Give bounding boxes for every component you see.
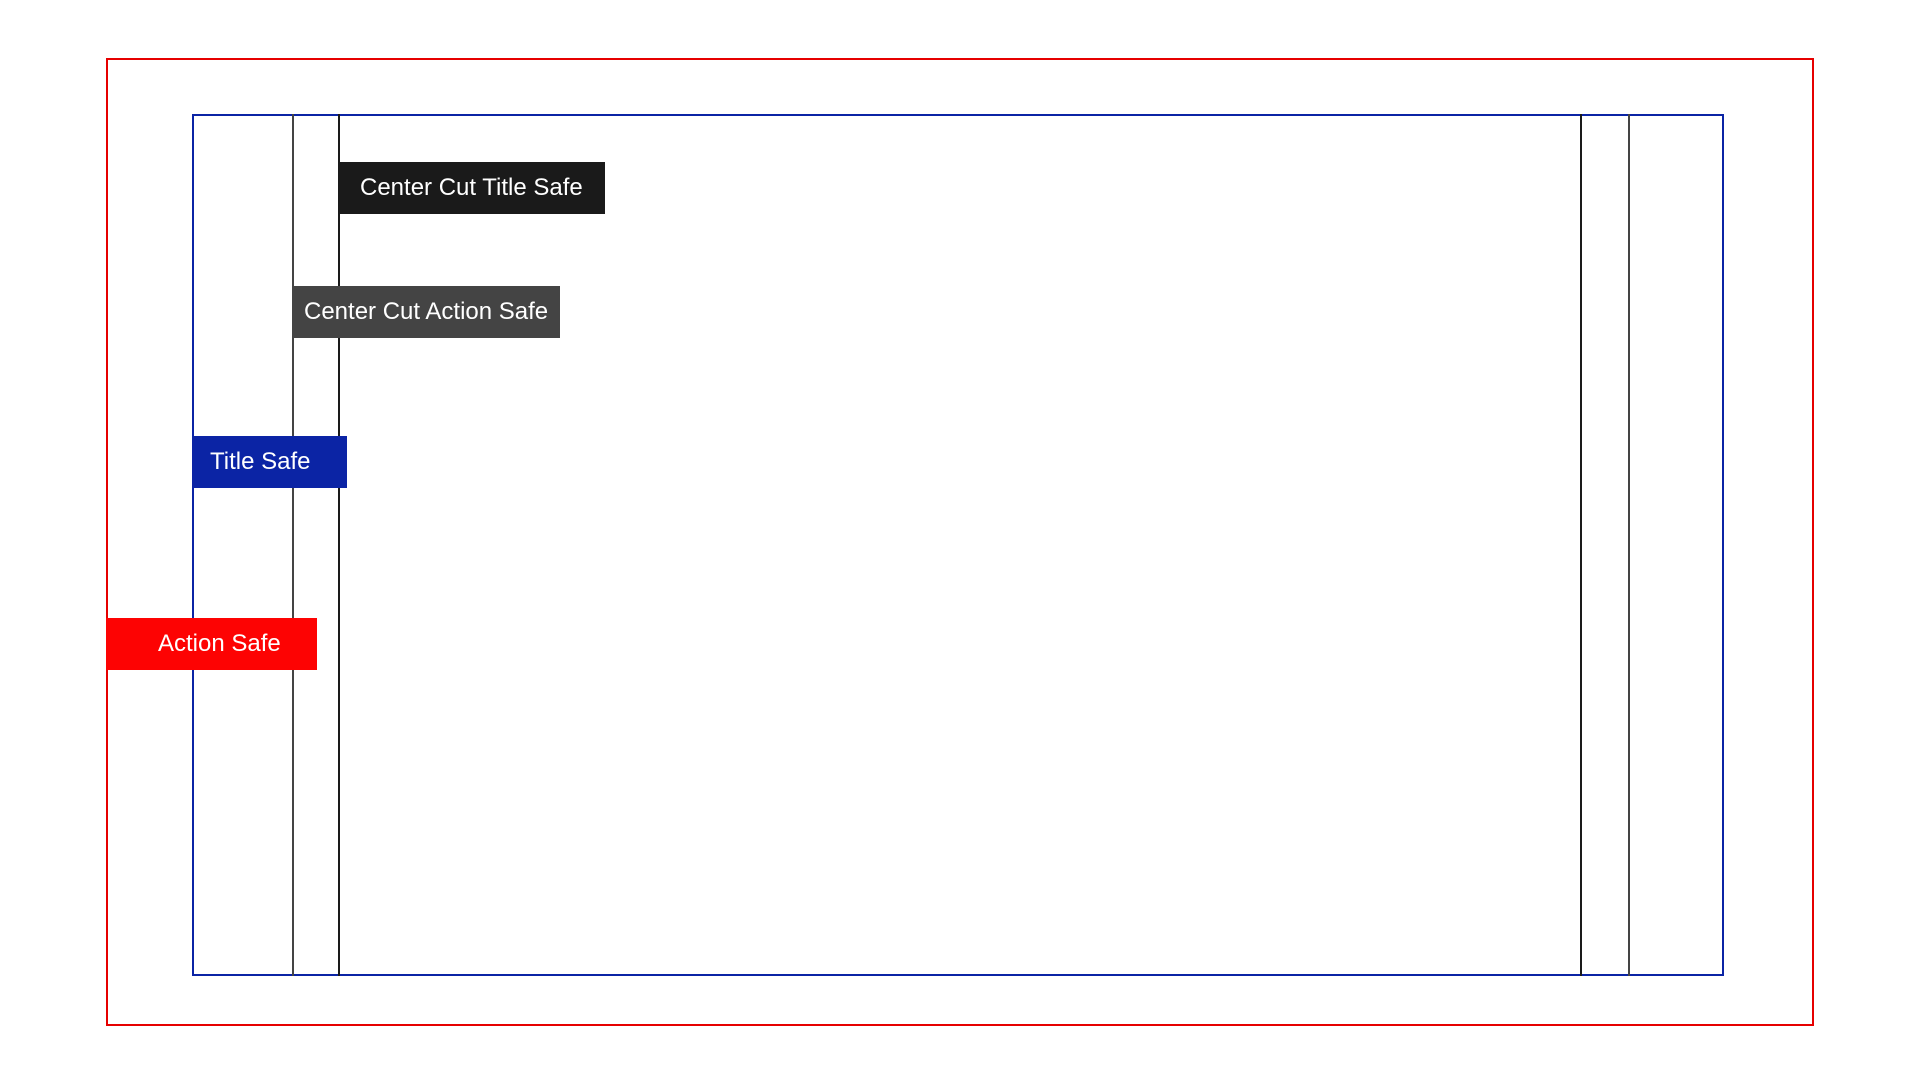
title-safe-label: Title Safe	[192, 436, 347, 488]
action-safe-label: Action Safe	[106, 618, 317, 670]
center-cut-title-safe-frame	[338, 114, 1582, 976]
center-cut-title-safe-label: Center Cut Title Safe	[338, 162, 605, 214]
center-cut-action-safe-label: Center Cut Action Safe	[292, 286, 560, 338]
